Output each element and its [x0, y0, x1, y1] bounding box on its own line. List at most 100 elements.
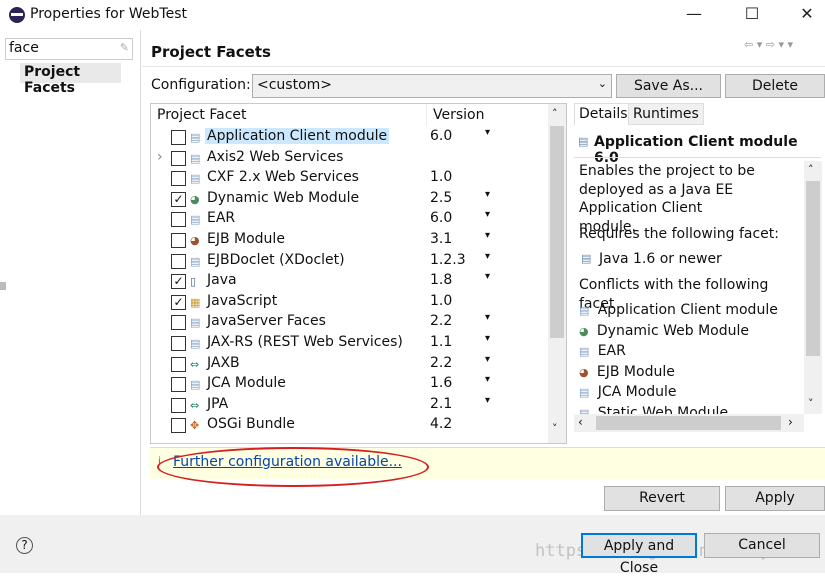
version-dropdown-icon[interactable]: ▾ — [485, 333, 490, 344]
window-title: Properties for WebTest — [30, 6, 187, 22]
facet-row[interactable]: ▤ JavaServer Faces 2.2 ▾ — [151, 312, 549, 333]
facet-checkbox[interactable]: ✓ — [171, 294, 186, 310]
facet-row[interactable]: › ▤ Axis2 Web Services — [151, 148, 549, 169]
configuration-value: <custom> — [257, 77, 333, 93]
facet-version[interactable]: 2.2 — [430, 313, 452, 329]
scroll-up-icon[interactable]: ˄ — [808, 163, 814, 176]
facet-checkbox[interactable] — [171, 356, 186, 372]
version-dropdown-icon[interactable]: ▾ — [485, 189, 490, 200]
facet-version[interactable]: 2.5 — [430, 190, 452, 206]
file-icon: ▤ — [190, 151, 201, 165]
column-header-version[interactable]: Version — [426, 104, 516, 126]
facet-row[interactable]: ⇔ JPA 2.1 ▾ — [151, 395, 549, 416]
facet-row[interactable]: ▤ CXF 2.x Web Services 1.0 — [151, 168, 549, 189]
close-button[interactable]: ✕ — [792, 4, 822, 26]
version-dropdown-icon[interactable]: ▾ — [485, 127, 490, 138]
help-button[interactable]: ? — [16, 537, 33, 554]
minimize-button[interactable]: — — [679, 4, 709, 26]
facet-version[interactable]: 6.0 — [430, 210, 452, 226]
scroll-down-icon[interactable]: ˅ — [552, 422, 558, 435]
facet-version[interactable]: 6.0 — [430, 128, 452, 144]
history-nav[interactable]: ⇦ ▾ ⇨ ▾ ▾ — [744, 38, 793, 51]
scroll-down-icon[interactable]: ˅ — [808, 397, 814, 410]
conflict-name: Dynamic Web Module — [596, 322, 749, 339]
sidebar-item-project-facets[interactable]: Project Facets — [20, 63, 121, 96]
column-header-facet[interactable]: Project Facet — [151, 104, 426, 126]
facet-checkbox[interactable]: ✓ — [171, 274, 186, 290]
facet-checkbox[interactable] — [171, 171, 186, 187]
configuration-select[interactable]: <custom> ⌄ — [252, 74, 612, 98]
apply-and-close-button[interactable]: Apply and Close — [581, 533, 697, 576]
facet-row[interactable]: ▤ Application Client module 6.0 ▾ — [151, 127, 549, 148]
facet-version[interactable]: 3.1 — [430, 231, 452, 247]
expand-icon[interactable]: › — [157, 149, 163, 165]
facets-scrollbar[interactable]: ˄ ˅ — [548, 104, 566, 443]
facet-checkbox[interactable] — [171, 315, 186, 331]
version-dropdown-icon[interactable]: ▾ — [485, 209, 490, 220]
version-dropdown-icon[interactable]: ▾ — [485, 354, 490, 365]
facet-row[interactable]: ✓ ▯ Java 1.8 ▾ — [151, 271, 549, 292]
version-dropdown-icon[interactable]: ▾ — [485, 271, 490, 282]
facet-version[interactable]: 1.8 — [430, 272, 452, 288]
version-dropdown-icon[interactable]: ▾ — [485, 312, 490, 323]
title-bar: Properties for WebTest — ☐ ✕ — [0, 0, 825, 30]
version-dropdown-icon[interactable]: ▾ — [485, 251, 490, 262]
scroll-up-icon[interactable]: ˄ — [552, 107, 558, 120]
facet-checkbox[interactable] — [171, 418, 186, 434]
facet-row[interactable]: ▤ JCA Module 1.6 ▾ — [151, 374, 549, 395]
js-icon: ▦ — [190, 295, 201, 309]
conflict-name: JCA Module — [597, 384, 677, 401]
sash-handle[interactable] — [0, 282, 6, 290]
facet-row[interactable]: ◕ EJB Module 3.1 ▾ — [151, 230, 549, 251]
facet-checkbox[interactable] — [171, 397, 186, 413]
facet-name: JPA — [207, 395, 229, 412]
facet-checkbox[interactable]: ✓ — [171, 191, 186, 207]
version-dropdown-icon[interactable]: ▾ — [485, 374, 490, 385]
details-vscrollbar[interactable]: ˄ ˅ — [804, 161, 822, 414]
cancel-button[interactable]: Cancel — [704, 533, 820, 558]
facet-row[interactable]: ⇔ JAXB 2.2 ▾ — [151, 354, 549, 375]
scroll-left-icon[interactable]: ‹ — [578, 415, 583, 429]
save-as-button[interactable]: Save As... — [616, 74, 721, 98]
delete-button[interactable]: Delete — [725, 74, 825, 98]
facet-row[interactable]: ✓ ◕ Dynamic Web Module 2.5 ▾ — [151, 189, 549, 210]
scroll-thumb[interactable] — [806, 181, 820, 356]
facet-row[interactable]: ▤ EJBDoclet (XDoclet) 1.2.3 ▾ — [151, 251, 549, 272]
facet-checkbox[interactable] — [171, 212, 186, 228]
version-dropdown-icon[interactable]: ▾ — [485, 230, 490, 241]
facet-checkbox[interactable] — [171, 150, 186, 166]
revert-button[interactable]: Revert — [604, 486, 720, 511]
chevron-down-icon: ⌄ — [597, 77, 607, 90]
filter-input[interactable]: face ✎ — [5, 38, 133, 60]
facet-checkbox[interactable] — [171, 253, 186, 269]
scroll-right-icon[interactable]: › — [788, 415, 793, 429]
tab-runtimes[interactable]: Runtimes — [628, 103, 704, 125]
version-dropdown-icon[interactable]: ▾ — [485, 395, 490, 406]
facet-row[interactable]: ✥ OSGi Bundle 4.2 — [151, 415, 549, 436]
globe-icon: ◕ — [190, 192, 200, 206]
facet-version[interactable]: 2.2 — [430, 355, 452, 371]
facet-row[interactable]: ▤ JAX-RS (REST Web Services) 1.1 ▾ — [151, 333, 549, 354]
tab-details[interactable]: Details — [574, 103, 633, 125]
facet-version[interactable]: 2.1 — [430, 396, 452, 412]
conflict-item: ◕ EJB Module — [579, 363, 675, 382]
facet-checkbox[interactable] — [171, 377, 186, 393]
scroll-thumb[interactable] — [550, 126, 564, 338]
facet-checkbox[interactable] — [171, 130, 186, 145]
facet-checkbox[interactable] — [171, 233, 186, 248]
maximize-button[interactable]: ☐ — [737, 4, 767, 26]
facet-name: Dynamic Web Module — [207, 189, 360, 206]
facet-version[interactable]: 1.6 — [430, 375, 452, 391]
facet-version: 1.0 — [430, 169, 453, 186]
clear-icon[interactable]: ✎ — [120, 41, 129, 54]
facet-version[interactable]: 1.1 — [430, 334, 452, 350]
scroll-thumb[interactable] — [596, 416, 781, 430]
apply-button[interactable]: Apply — [725, 486, 825, 511]
facet-row[interactable]: ✓ ▦ JavaScript 1.0 — [151, 292, 549, 313]
facet-checkbox[interactable] — [171, 336, 186, 351]
globe-icon: ◕ — [579, 324, 589, 338]
details-hscrollbar[interactable]: ‹ › — [574, 414, 804, 432]
facet-version[interactable]: 1.2.3 — [430, 252, 466, 268]
facets-table: Project Facet Version ▤ Application Clien… — [150, 103, 567, 444]
facet-row[interactable]: ▤ EAR 6.0 ▾ — [151, 209, 549, 230]
